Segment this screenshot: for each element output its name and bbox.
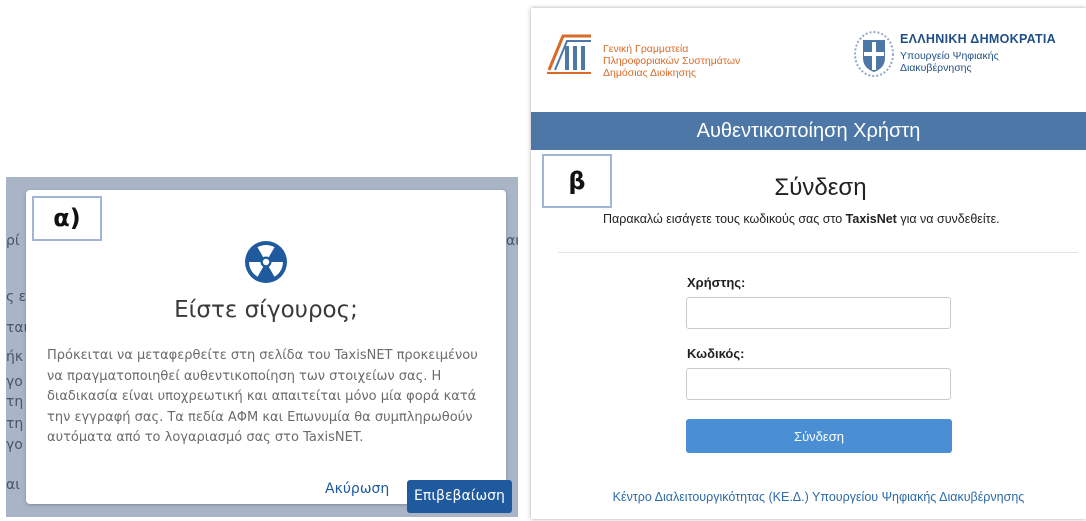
gsis-name-line: Δημόσιας Διοίκησης [603, 67, 697, 79]
gsis-logo-icon [547, 34, 591, 74]
instruction-text: για να συνδεθείτε. [896, 212, 1000, 226]
background-text-fragment: ς ε [6, 289, 27, 305]
confirm-button[interactable]: Επιβεβαίωση [407, 480, 512, 513]
dialog-message: Πρόκειται να μεταφερθείτε στη σελίδα του… [47, 346, 492, 449]
greek-coat-of-arms-icon [854, 31, 894, 77]
dialog-message-line: Πρόκειται να μεταφερθείτε στη σελίδα του… [47, 348, 478, 363]
dialog-message-line: διαδικασία είναι υποχρεωτική και απαιτεί… [47, 389, 477, 405]
login-title: Σύνδεση [774, 174, 867, 201]
background-text-fragment: τη [6, 416, 24, 432]
radiation-icon [245, 241, 287, 283]
dialog-message-line: αυτόματα από το λογαριασμό σας στο Taxis… [47, 430, 364, 446]
divider [558, 252, 1078, 253]
username-input[interactable] [686, 297, 951, 329]
background-text-fragment: αι [506, 233, 518, 249]
login-page-panel: Γενική Γραμματεία Πληροφοριακών Συστημάτ… [531, 8, 1086, 519]
dialog-message-line: να πραγματοποιηθεί αυθεντικοποίηση των σ… [47, 368, 442, 384]
ministry-name-line: Υπουργείο Ψηφιακής [900, 50, 999, 62]
background-text-fragment: τη [6, 394, 24, 410]
gsis-name-line: Γενική Γραμματεία [603, 43, 689, 55]
background-page-strip [6, 177, 26, 517]
background-text-fragment: αι [6, 477, 20, 493]
cancel-button[interactable]: Ακύρωση [325, 481, 389, 497]
background-text-fragment: γο [6, 437, 23, 453]
page-header: Γενική Γραμματεία Πληροφοριακών Συστημάτ… [531, 8, 1086, 112]
panel-label-alpha: α) [32, 196, 102, 241]
password-label: Κωδικός: [687, 346, 745, 361]
background-text-fragment: ρί [6, 233, 20, 249]
dialog-message-line: την εγγραφή σας. Τα πεδία ΑΦΜ και Επωνυμ… [47, 409, 473, 425]
login-button[interactable]: Σύνδεση [686, 419, 952, 453]
login-instruction: Παρακαλώ εισάγετε τους κωδικούς σας στο … [603, 212, 1000, 226]
instruction-brand: TaxisNet [845, 212, 897, 226]
username-label: Χρήστης: [687, 275, 746, 290]
instruction-text: Παρακαλώ εισάγετε τους κωδικούς σας στο [603, 212, 846, 226]
ministry-name-line: Διακυβέρνησης [900, 62, 972, 74]
gsis-name-line: Πληροφοριακών Συστημάτων [603, 55, 741, 67]
government-title: ΕΛΛΗΝΙΚΗ ΔΗΜΟΚΡΑΤΙΑ [900, 32, 1057, 46]
background-text-fragment: ήκ [6, 349, 24, 365]
dialog-title: Είστε σίγουρος; [174, 297, 358, 323]
authentication-title-bar: Αυθεντικοποίηση Χρήστη [531, 112, 1086, 150]
footer-link[interactable]: Κέντρο Διαλειτουργικότητας (ΚΕ.Δ.) Υπουρ… [531, 490, 1086, 504]
dialog-screenshot-panel: ρί ς ε ται ήκ γο τη τη γο αι αι Είστε σί… [6, 177, 518, 517]
password-input[interactable] [686, 368, 951, 400]
background-text-fragment: γο [6, 374, 23, 390]
